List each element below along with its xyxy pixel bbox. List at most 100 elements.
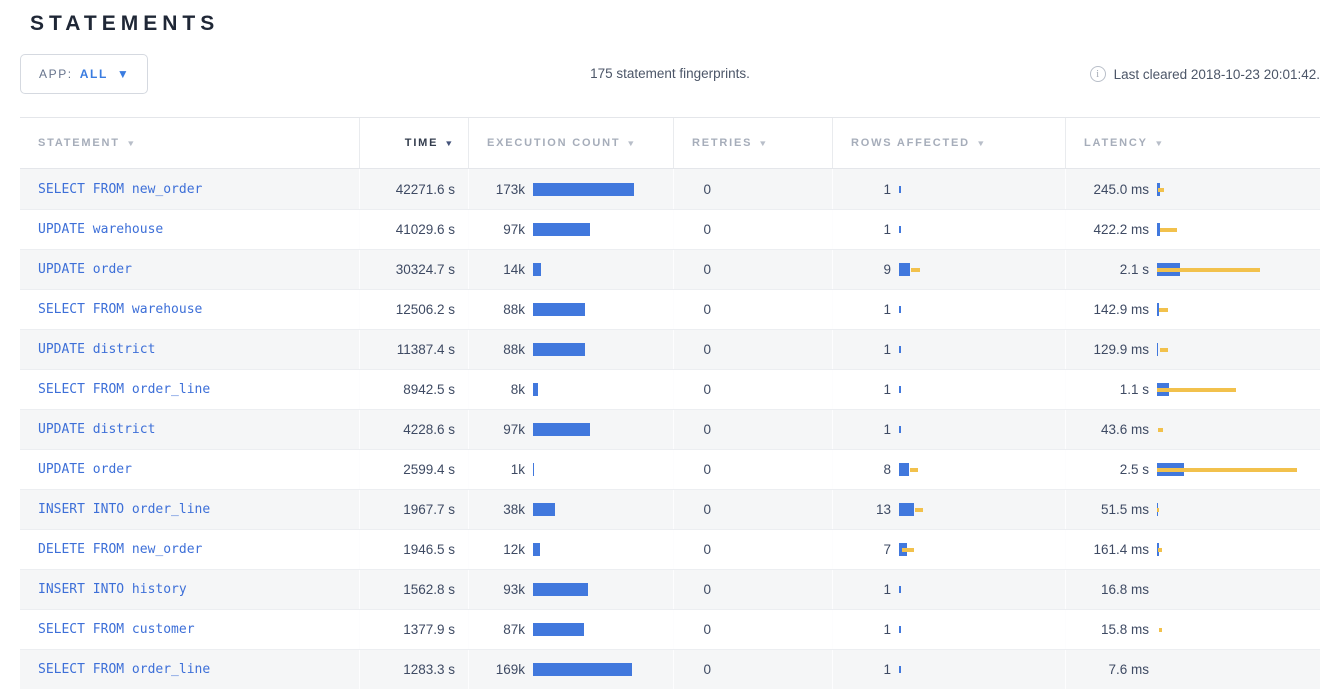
- column-header-statement[interactable]: STATEMENT ▼: [20, 118, 359, 168]
- execution-count-cell-value: 8k: [469, 382, 525, 397]
- rows-affected-cell: 1: [832, 610, 1065, 649]
- time-value: 12506.2 s: [396, 302, 455, 317]
- sort-desc-icon: ▼: [976, 139, 987, 148]
- stddev-bar: [1157, 268, 1260, 272]
- execution-count-cell-value: 88k: [469, 302, 525, 317]
- mean-bar: [533, 303, 585, 316]
- rows-affected-bar: [899, 423, 1059, 436]
- stddev-bar: [1160, 348, 1168, 352]
- execution-count-cell: 88k: [468, 290, 673, 329]
- rows-affected-bar: [899, 263, 1059, 276]
- statement-cell: INSERT INTO order_line: [20, 490, 359, 529]
- time-value: 2599.4 s: [403, 462, 455, 477]
- execution-count-bar: [533, 183, 673, 196]
- stddev-bar: [1159, 308, 1168, 312]
- time-cell: 1946.5 s: [359, 530, 468, 569]
- statement-link[interactable]: UPDATE warehouse: [38, 222, 163, 237]
- rows-affected-cell: 1: [832, 210, 1065, 249]
- rows-affected-cell-value: 1: [833, 342, 891, 357]
- rows-affected-bar: [899, 303, 1059, 316]
- retries-cell: 0: [673, 450, 832, 489]
- latency-bar: [1157, 383, 1317, 396]
- statements-page: STATEMENTS APP: ALL ▼ 175 statement fing…: [0, 12, 1336, 689]
- execution-count-bar: [533, 263, 673, 276]
- statement-link[interactable]: SELECT FROM order_line: [38, 662, 210, 677]
- execution-count-cell-value: 97k: [469, 222, 525, 237]
- statement-cell: UPDATE order: [20, 450, 359, 489]
- table-row: UPDATE warehouse41029.6 s97k01422.2 ms: [20, 209, 1320, 249]
- statement-link[interactable]: SELECT FROM new_order: [38, 182, 202, 197]
- execution-count-cell: 97k: [468, 410, 673, 449]
- execution-count-bar: [533, 343, 673, 356]
- mean-bar: [533, 343, 585, 356]
- execution-count-bar: [533, 583, 673, 596]
- column-header-rows-affected[interactable]: ROWS AFFECTED ▼: [832, 118, 1065, 168]
- mean-bar: [533, 503, 555, 516]
- latency-bar: [1157, 223, 1317, 236]
- time-value: 1377.9 s: [403, 622, 455, 637]
- time-cell: 2599.4 s: [359, 450, 468, 489]
- rows-affected-bar: [899, 223, 1059, 236]
- rows-affected-cell: 1: [832, 169, 1065, 209]
- retries-cell: 0: [673, 330, 832, 369]
- mean-tick: [899, 226, 901, 233]
- sort-desc-icon: ▼: [445, 139, 456, 148]
- column-header-execution-count[interactable]: EXECUTION COUNT ▼: [468, 118, 673, 168]
- info-icon[interactable]: i: [1090, 66, 1106, 82]
- mean-bar: [533, 223, 590, 236]
- rows-affected-cell: 8: [832, 450, 1065, 489]
- statement-link[interactable]: DELETE FROM new_order: [38, 542, 202, 557]
- execution-count-cell: 97k: [468, 210, 673, 249]
- statement-link[interactable]: UPDATE district: [38, 342, 155, 357]
- statement-link[interactable]: SELECT FROM customer: [38, 622, 195, 637]
- execution-count-cell: 93k: [468, 570, 673, 609]
- statement-link[interactable]: SELECT FROM warehouse: [38, 302, 202, 317]
- retries-cell-value: 0: [674, 222, 711, 237]
- toolbar: APP: ALL ▼ 175 statement fingerprints. i…: [20, 54, 1320, 94]
- table-header: STATEMENT ▼ TIME ▼ EXECUTION COUNT ▼ RET…: [20, 117, 1320, 169]
- time-value: 41029.6 s: [396, 222, 455, 237]
- execution-count-cell-value: 38k: [469, 502, 525, 517]
- column-header-latency[interactable]: LATENCY ▼: [1065, 118, 1320, 168]
- statement-link[interactable]: UPDATE district: [38, 422, 155, 437]
- stddev-bar: [1157, 388, 1236, 392]
- retries-cell-value: 0: [674, 302, 711, 317]
- mean-tick: [899, 306, 901, 313]
- column-header-retries[interactable]: RETRIES ▼: [673, 118, 832, 168]
- statement-link[interactable]: INSERT INTO order_line: [38, 502, 210, 517]
- statement-cell: SELECT FROM warehouse: [20, 290, 359, 329]
- latency-cell: 43.6 ms: [1065, 410, 1320, 449]
- retries-cell: 0: [673, 410, 832, 449]
- rows-affected-bar: [899, 543, 1059, 556]
- statement-cell: UPDATE district: [20, 330, 359, 369]
- retries-cell-value: 0: [674, 662, 711, 677]
- execution-count-bar: [533, 503, 673, 516]
- column-header-time[interactable]: TIME ▼: [359, 118, 468, 168]
- execution-count-cell-value: 169k: [469, 662, 525, 677]
- statement-link[interactable]: UPDATE order: [38, 262, 132, 277]
- mean-bar: [899, 503, 914, 516]
- stddev-bar: [910, 468, 918, 472]
- execution-count-cell-value: 88k: [469, 342, 525, 357]
- statement-link[interactable]: SELECT FROM order_line: [38, 382, 210, 397]
- statement-link[interactable]: INSERT INTO history: [38, 582, 187, 597]
- latency-bar: [1157, 583, 1317, 596]
- statement-cell: SELECT FROM customer: [20, 610, 359, 649]
- rows-affected-cell: 1: [832, 650, 1065, 689]
- statement-link[interactable]: UPDATE order: [38, 462, 132, 477]
- latency-cell-value: 2.5 s: [1066, 462, 1149, 477]
- execution-count-bar: [533, 303, 673, 316]
- mean-bar: [533, 663, 632, 676]
- mean-bar: [533, 423, 590, 436]
- retries-cell: 0: [673, 290, 832, 329]
- rows-affected-bar: [899, 463, 1059, 476]
- mean-tick: [899, 346, 901, 353]
- mean-tick: [899, 666, 901, 673]
- rows-affected-cell-value: 1: [833, 302, 891, 317]
- table-row: SELECT FROM order_line8942.5 s8k011.1 s: [20, 369, 1320, 409]
- rows-affected-cell: 1: [832, 410, 1065, 449]
- rows-affected-cell: 1: [832, 570, 1065, 609]
- retries-cell-value: 0: [674, 542, 711, 557]
- latency-cell-value: 51.5 ms: [1066, 502, 1149, 517]
- mean-bar: [899, 263, 910, 276]
